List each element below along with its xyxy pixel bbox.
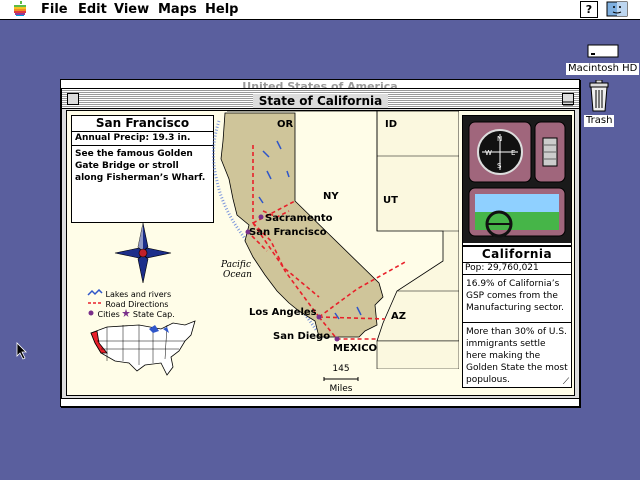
map-scale: 145 Miles: [323, 364, 359, 394]
menu-edit[interactable]: Edit: [78, 1, 107, 18]
menu-maps[interactable]: Maps: [158, 1, 197, 18]
label-los-angeles[interactable]: Los Angeles: [249, 307, 317, 318]
compass-s: S: [497, 162, 502, 170]
label-nevada: NY: [323, 191, 339, 202]
window-title-bar[interactable]: State of California: [62, 89, 579, 109]
label-pacific: Pacific: [220, 260, 251, 270]
map-legend: Lakes and rivers Road Directions Cities …: [87, 288, 175, 319]
label-san-francisco[interactable]: San Francisco: [249, 227, 327, 238]
legend-roads: Road Directions: [87, 299, 175, 309]
legend-lakes-label: Lakes and rivers: [105, 290, 172, 299]
disk-icon: [587, 44, 619, 58]
legend-cities-label: Cities: [97, 310, 120, 319]
label-mexico: MEXICO: [333, 343, 377, 354]
state-gsp-fact: 16.9% of California’s GSP comes from the…: [463, 276, 571, 323]
menu-view[interactable]: View: [114, 1, 149, 18]
compass-rose-icon: [114, 222, 172, 284]
legend-cities: Cities State Cap.: [87, 309, 175, 319]
balloon-help-icon[interactable]: ?: [580, 1, 598, 18]
city-precipitation: Annual Precip: 19.3 in.: [72, 132, 213, 146]
city-info-box: San Francisco Annual Precip: 19.3 in. Se…: [71, 115, 214, 223]
label-ocean: Ocean: [223, 270, 252, 280]
state-immigration-fact: More than 30% of U.S. immigrants settle …: [466, 327, 568, 385]
label-oregon: OR: [277, 119, 294, 130]
california-shape[interactable]: [220, 112, 384, 338]
trash-icon[interactable]: Trash: [584, 79, 615, 127]
hard-drive-label: Macintosh HD: [566, 63, 640, 75]
state-population: Pop: 29,760,021: [463, 262, 571, 275]
legend-capital-label: State Cap.: [132, 310, 175, 319]
state-name: California: [463, 245, 571, 263]
mouse-cursor-icon: [16, 342, 27, 360]
compass-n: N: [497, 135, 502, 143]
label-san-diego[interactable]: San Diego: [273, 331, 330, 342]
scale-value: 145: [332, 364, 350, 374]
label-utah: UT: [383, 195, 398, 206]
legend-lakes: Lakes and rivers: [87, 288, 175, 299]
city-description: See the famous Golden Gate Bridge or str…: [75, 149, 206, 183]
scale-bar-icon: [323, 377, 359, 381]
application-menu-icon[interactable]: [606, 1, 628, 17]
compass-e: E: [511, 149, 515, 157]
usa-inset-map: [90, 320, 196, 376]
capital-star-icon: [122, 309, 131, 317]
menu-file[interactable]: File: [41, 1, 68, 18]
dashboard-illustration: N W E S: [468, 121, 566, 238]
menu-bar: File Edit View Maps Help ?: [0, 0, 640, 20]
menu-help[interactable]: Help: [205, 1, 238, 18]
scale-unit: Miles: [329, 384, 353, 394]
label-idaho: ID: [385, 119, 397, 130]
hard-drive-icon[interactable]: Macintosh HD: [566, 44, 640, 75]
city-name: San Francisco: [72, 116, 213, 132]
map-content: San Francisco Annual Precip: 19.3 in. Se…: [66, 110, 575, 396]
city-dot-icon: [88, 310, 94, 316]
label-sacramento[interactable]: Sacramento: [265, 213, 333, 224]
resize-handle-icon[interactable]: ⟋: [561, 377, 571, 387]
california-map: OR ID NY UT AZ MEXICO Pacific Ocean Sacr…: [212, 111, 459, 369]
road-symbol-icon: [88, 302, 102, 304]
label-arizona: AZ: [391, 311, 406, 322]
compass-w: W: [485, 149, 492, 157]
collapse-icon: [563, 101, 573, 106]
apple-menu-icon[interactable]: [12, 1, 28, 17]
window-title: State of California: [252, 94, 389, 108]
lake-symbol-icon: [87, 288, 103, 296]
trash-can-icon: [589, 79, 609, 112]
legend-roads-label: Road Directions: [105, 300, 169, 309]
instrument-panel: N W E S: [463, 116, 571, 243]
california-window: State of California San Francisco Annual…: [61, 88, 580, 399]
collapse-box-button[interactable]: [562, 93, 574, 106]
state-info-panel: N W E S California Pop: 29,760,021 16.9%…: [462, 115, 572, 388]
trash-label: Trash: [584, 115, 615, 127]
